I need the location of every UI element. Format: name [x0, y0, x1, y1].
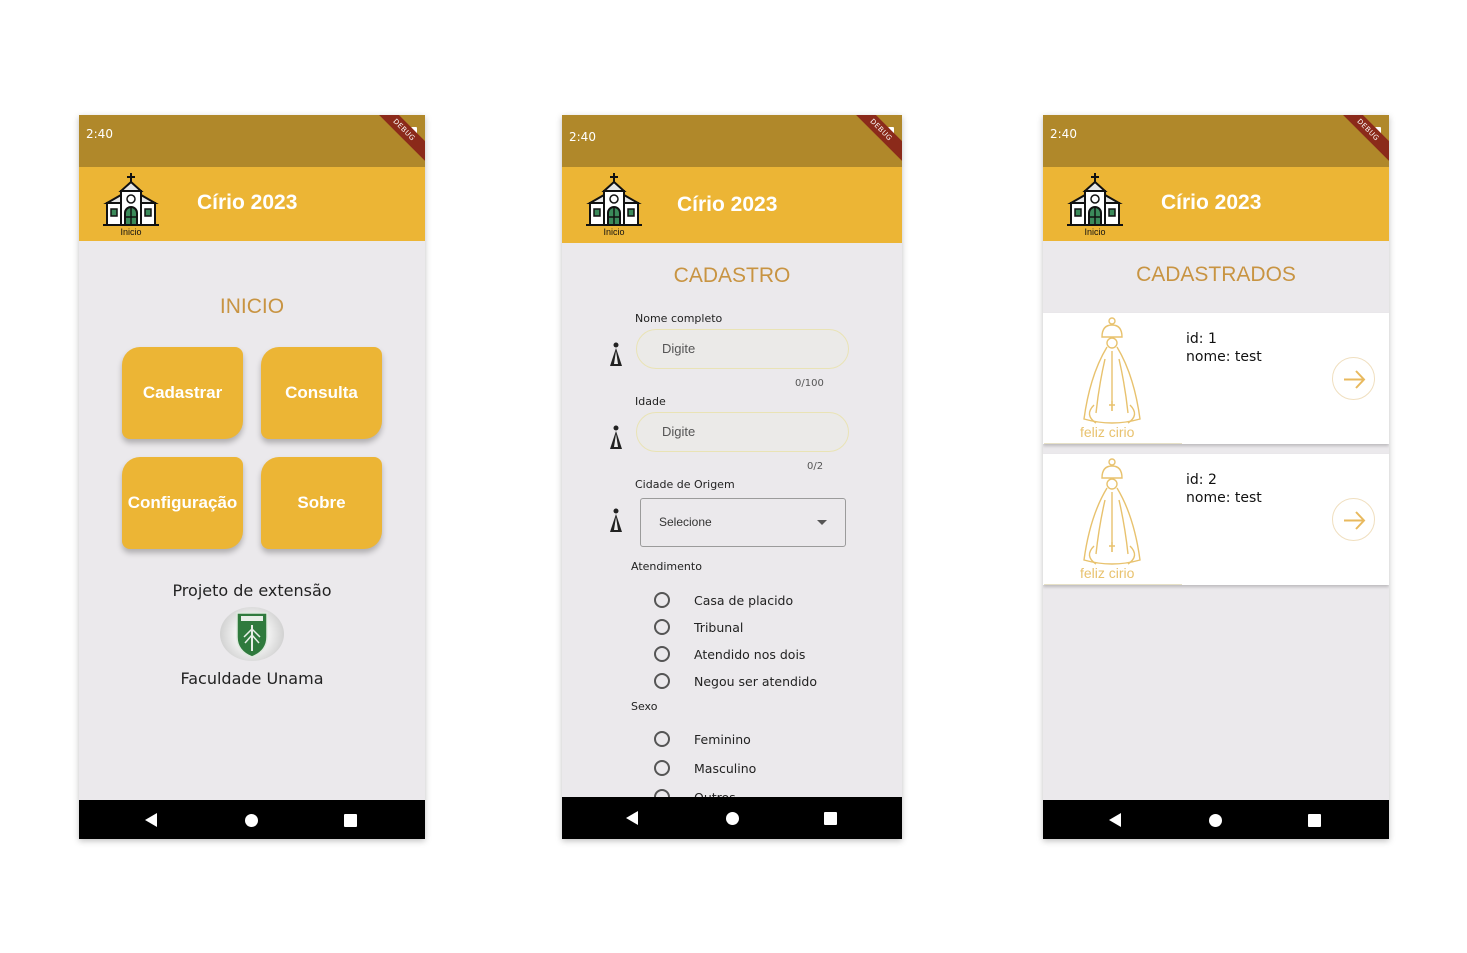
service-option-casa-de-placido[interactable]: Casa de placido: [654, 592, 793, 608]
church-icon: [103, 173, 159, 226]
church-icon: [1067, 173, 1123, 226]
service-label: Atendimento: [631, 560, 702, 573]
radio-icon: [654, 731, 670, 747]
city-label: Cidade de Origem: [635, 478, 735, 491]
app-bar: Inicio Círio 2023: [562, 167, 902, 243]
status-bar: 2:40 DEBUG: [1043, 115, 1389, 167]
option-label: Masculino: [694, 760, 757, 776]
card-image-caption: feliz cirio: [1080, 424, 1135, 440]
register-screen: 2:40 DEBUG Inicio Círio 2023 CADASTRO No…: [562, 115, 902, 839]
register-button[interactable]: Cadastrar: [122, 347, 243, 439]
card-id: id: 2: [1186, 472, 1217, 488]
card-name: nome: test: [1186, 349, 1262, 365]
settings-button[interactable]: Configuração: [122, 457, 243, 549]
open-details-button[interactable]: [1332, 357, 1375, 400]
android-nav-bar: [1043, 800, 1389, 839]
church-icon: [586, 173, 642, 226]
android-nav-bar: [79, 800, 425, 839]
home-logo-button[interactable]: Inicio: [1067, 173, 1123, 237]
open-details-button[interactable]: [1332, 498, 1375, 541]
service-option-tribunal[interactable]: Tribunal: [654, 619, 743, 635]
status-bar: 2:40 DEBUG: [79, 115, 425, 167]
age-counter: 0/2: [807, 461, 824, 472]
sex-option-feminino[interactable]: Feminino: [654, 731, 751, 747]
college-crest-icon: [220, 607, 284, 661]
logo-label: Inicio: [1084, 227, 1106, 237]
service-option-negou[interactable]: Negou ser atendido: [654, 673, 817, 689]
logo-label: Inicio: [120, 227, 142, 237]
option-label: Casa de placido: [694, 592, 794, 608]
query-button[interactable]: Consulta: [261, 347, 382, 439]
arrow-right-icon: [1344, 511, 1366, 530]
about-button[interactable]: Sobre: [261, 457, 382, 549]
status-time: 2:40: [1050, 127, 1077, 141]
virgin-mary-icon: [610, 425, 622, 449]
home-logo-button[interactable]: Inicio: [103, 173, 159, 237]
registered-card[interactable]: feliz cirio id: 1 nome: test: [1043, 313, 1389, 444]
logo-label: Inicio: [603, 227, 625, 237]
card-image-caption: feliz cirio: [1080, 565, 1135, 581]
radio-icon: [654, 673, 670, 689]
option-label: Atendido nos dois: [694, 646, 806, 662]
debug-banner: DEBUG: [844, 115, 902, 167]
status-time: 2:40: [86, 127, 113, 141]
home-logo-button[interactable]: Inicio: [586, 173, 642, 237]
registered-screen: 2:40 DEBUG Inicio Círio 2023 CADASTRADOS…: [1043, 115, 1389, 839]
our-lady-icon: [1083, 317, 1141, 424]
home-icon[interactable]: [726, 812, 739, 825]
service-option-atendido-nos-dois[interactable]: Atendido nos dois: [654, 646, 805, 662]
back-icon[interactable]: [1109, 813, 1121, 827]
status-time: 2:40: [569, 130, 596, 144]
sex-option-masculino[interactable]: Masculino: [654, 760, 756, 776]
name-label: Nome completo: [635, 312, 723, 325]
app-title: Círio 2023: [677, 193, 778, 216]
home-icon[interactable]: [245, 814, 258, 827]
name-input[interactable]: Digite: [636, 329, 849, 369]
city-dropdown[interactable]: Selecione: [640, 498, 846, 547]
recent-apps-icon[interactable]: [1308, 814, 1321, 827]
radio-icon: [654, 619, 670, 635]
app-bar: Inicio Círio 2023: [1043, 167, 1389, 241]
page-title: INICIO: [219, 295, 285, 318]
page-title: CADASTRO: [673, 264, 791, 287]
our-lady-icon: [1083, 458, 1141, 565]
option-label: Negou ser atendido: [694, 673, 817, 689]
home-icon[interactable]: [1209, 814, 1222, 827]
back-icon[interactable]: [626, 811, 638, 825]
card-id: id: 1: [1186, 331, 1217, 347]
option-label: Tribunal: [694, 619, 744, 635]
virgin-mary-icon: [610, 342, 622, 366]
option-label: Feminino: [694, 731, 751, 747]
card-image: feliz cirio: [1044, 454, 1182, 585]
app-bar: Inicio Círio 2023: [79, 167, 425, 241]
android-nav-bar: [562, 797, 902, 839]
sex-label: Sexo: [631, 700, 658, 713]
age-input[interactable]: Digite: [636, 412, 849, 452]
arrow-right-icon: [1344, 370, 1366, 389]
home-screen: 2:40 DEBUG Inicio Círio 2023 INICIO Cada…: [79, 115, 425, 839]
app-title: Círio 2023: [197, 191, 298, 214]
debug-banner: DEBUG: [367, 115, 425, 167]
app-title: Círio 2023: [1161, 191, 1262, 214]
college-label: Faculdade Unama: [180, 669, 324, 688]
age-label: Idade: [635, 395, 666, 408]
back-icon[interactable]: [145, 813, 157, 827]
recent-apps-icon[interactable]: [344, 814, 357, 827]
registered-card[interactable]: feliz cirio id: 2 nome: test: [1043, 454, 1389, 585]
card-name: nome: test: [1186, 490, 1262, 506]
dropdown-arrow-icon: [817, 520, 827, 525]
city-dropdown-value: Selecione: [659, 515, 712, 529]
radio-icon: [654, 760, 670, 776]
page-title: CADASTRADOS: [1136, 263, 1296, 286]
project-label: Projeto de extensão: [172, 581, 332, 600]
recent-apps-icon[interactable]: [824, 812, 837, 825]
name-counter: 0/100: [795, 378, 824, 389]
debug-banner: DEBUG: [1331, 115, 1389, 167]
radio-icon: [654, 646, 670, 662]
radio-icon: [654, 592, 670, 608]
virgin-mary-icon: [610, 508, 622, 532]
status-bar: 2:40 DEBUG: [562, 115, 902, 167]
card-image: feliz cirio: [1044, 313, 1182, 444]
